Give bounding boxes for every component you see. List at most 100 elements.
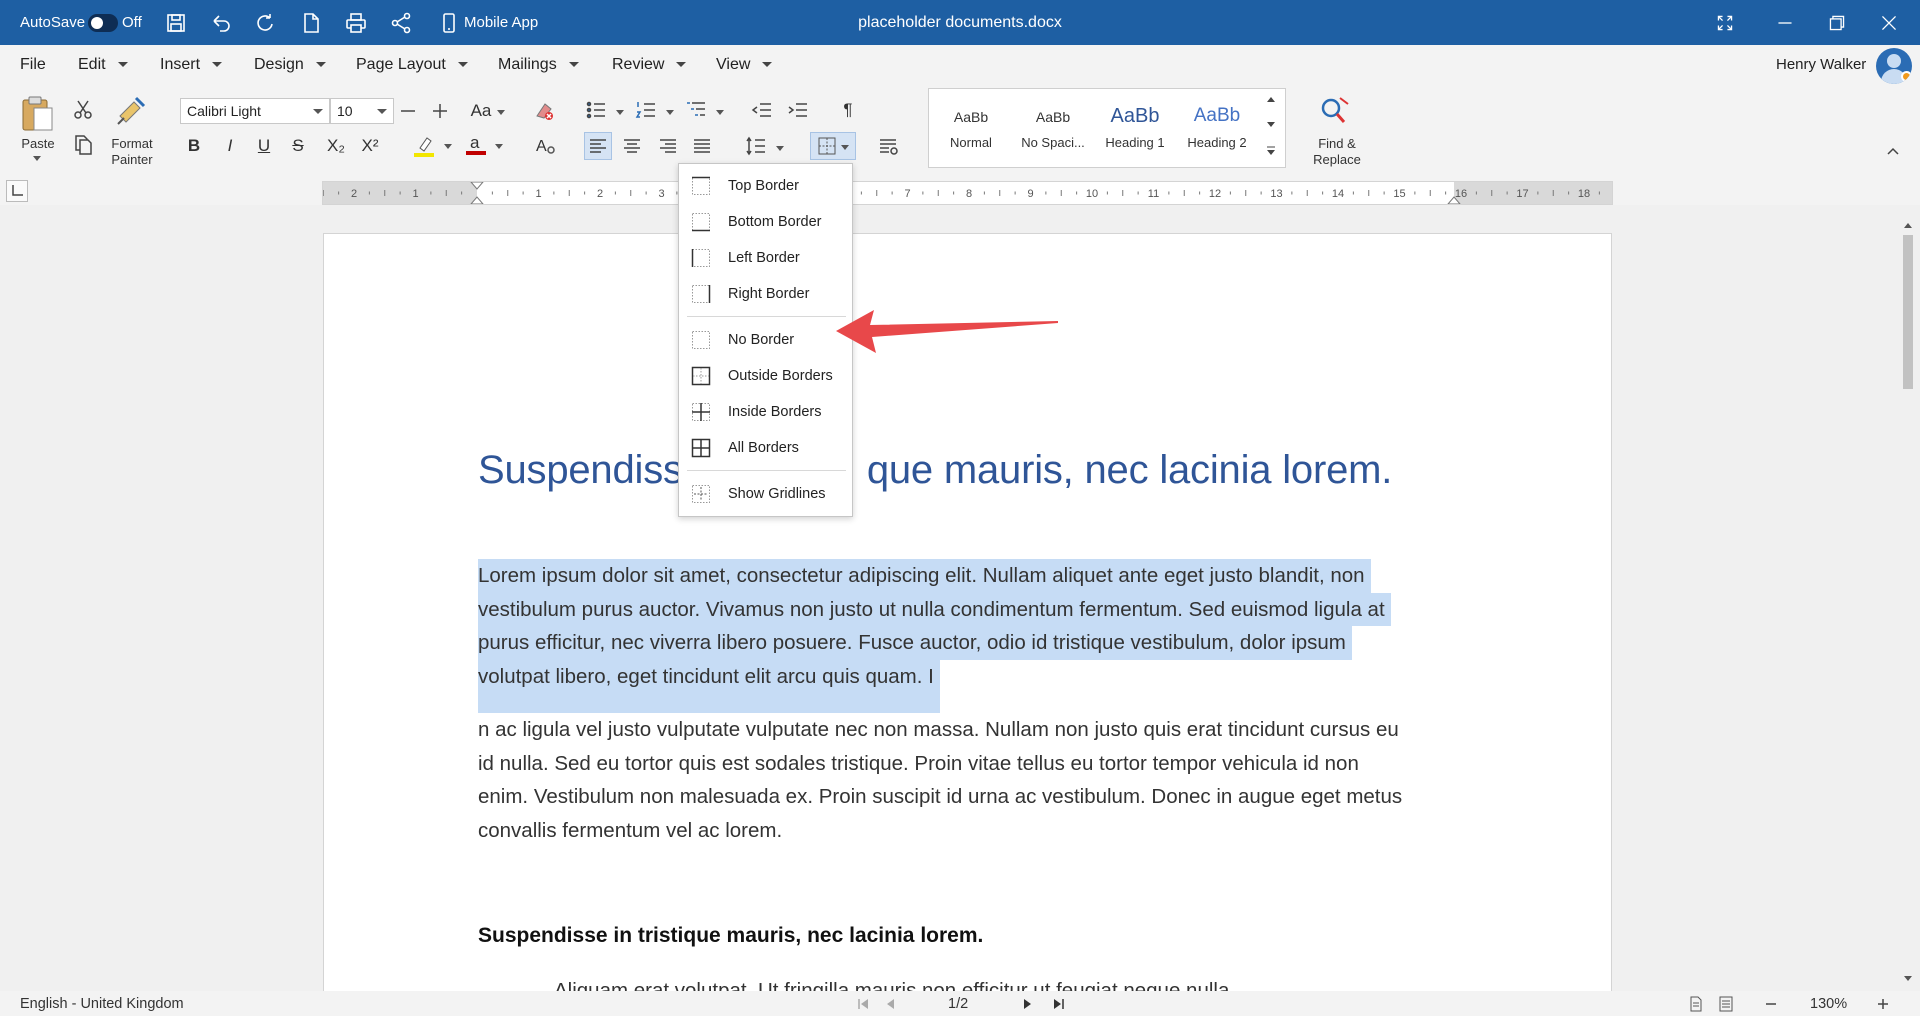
menu-item-top-border[interactable]: Top Border <box>679 168 852 204</box>
font-name-select[interactable]: Calibri Light <box>180 98 330 124</box>
menu-page-layout[interactable]: Page Layout <box>356 45 468 84</box>
line-spacing-icon[interactable] <box>742 132 770 160</box>
change-case-button[interactable]: Aa <box>466 97 496 125</box>
subscript-button[interactable]: X₂ <box>322 132 350 160</box>
paragraph-settings-icon[interactable] <box>874 132 902 160</box>
menu-edit[interactable]: Edit <box>78 45 128 84</box>
find-replace-icon[interactable] <box>1316 94 1352 130</box>
decrease-indent-icon[interactable] <box>748 96 776 124</box>
scroll-down-icon[interactable] <box>1902 975 1914 983</box>
style-heading-2[interactable]: AaBb Heading 2 <box>1177 89 1257 169</box>
text-effects-icon[interactable]: A <box>532 132 560 160</box>
minimize-icon[interactable] <box>1776 0 1794 45</box>
share-icon[interactable] <box>390 0 412 45</box>
decrease-font-icon[interactable] <box>394 97 422 125</box>
new-document-icon[interactable] <box>300 0 322 45</box>
zoom-level[interactable]: 130% <box>1810 991 1847 1016</box>
next-page-icon[interactable] <box>1020 991 1034 1016</box>
menu-item-show-gridlines[interactable]: Show Gridlines <box>679 476 852 512</box>
chevron-down-icon[interactable] <box>776 146 784 151</box>
bullet-list-icon[interactable] <box>582 96 610 124</box>
style-normal[interactable]: AaBb Normal <box>931 89 1011 169</box>
close-icon[interactable] <box>1880 0 1898 45</box>
user-name[interactable]: Henry Walker <box>1776 45 1866 84</box>
zoom-out-icon[interactable] <box>1764 991 1778 1016</box>
find-replace-label[interactable]: Find & Replace <box>1302 136 1372 168</box>
paste-icon[interactable] <box>18 94 58 134</box>
italic-button[interactable]: I <box>216 132 244 160</box>
numbered-list-icon[interactable] <box>632 96 660 124</box>
mobile-icon[interactable] <box>438 0 460 45</box>
chevron-up-icon[interactable] <box>1265 95 1277 103</box>
menu-file[interactable]: File <box>20 45 46 84</box>
avatar[interactable] <box>1876 48 1912 84</box>
multilevel-list-icon[interactable] <box>682 96 710 124</box>
redo-icon[interactable] <box>254 0 276 45</box>
scrollbar-thumb[interactable] <box>1903 235 1913 389</box>
highlight-icon[interactable] <box>410 132 438 160</box>
menu-item-all-borders[interactable]: All Borders <box>679 430 852 466</box>
menu-mailings[interactable]: Mailings <box>498 45 579 84</box>
format-painter-icon[interactable] <box>114 94 148 128</box>
menu-insert[interactable]: Insert <box>160 45 223 84</box>
menu-item-outside-borders[interactable]: Outside Borders <box>679 358 852 394</box>
superscript-button[interactable]: X² <box>356 132 384 160</box>
scroll-up-icon[interactable] <box>1902 221 1914 229</box>
menu-item-right-border[interactable]: Right Border <box>679 276 852 312</box>
body-paragraph[interactable]: n ac ligula vel justo vulputate vulputat… <box>478 713 1458 847</box>
collapse-ribbon-icon[interactable] <box>1886 146 1900 156</box>
align-left-icon[interactable] <box>584 132 612 160</box>
chevron-down-icon[interactable] <box>444 144 452 149</box>
document-heading[interactable]: Suspendiss que mauris, nec lacinia lorem. <box>478 448 1392 493</box>
align-right-icon[interactable] <box>654 132 682 160</box>
cut-icon[interactable] <box>72 98 94 120</box>
increase-font-icon[interactable] <box>426 97 454 125</box>
align-center-icon[interactable] <box>618 132 646 160</box>
clear-formatting-icon[interactable] <box>530 97 558 125</box>
menu-item-bottom-border[interactable]: Bottom Border <box>679 204 852 240</box>
justify-icon[interactable] <box>688 132 716 160</box>
show-formatting-button[interactable]: ¶ <box>834 96 862 124</box>
font-size-select[interactable]: 10 <box>330 98 394 124</box>
chevron-down-icon[interactable] <box>495 144 503 149</box>
print-layout-icon[interactable] <box>1688 991 1704 1016</box>
document-subheading[interactable]: Suspendisse in tristique mauris, nec lac… <box>478 924 983 948</box>
style-no-spacing[interactable]: AaBb No Spaci... <box>1013 89 1093 169</box>
menu-view[interactable]: View <box>716 45 773 84</box>
page-indicator[interactable]: 1/2 <box>948 991 968 1016</box>
fullscreen-icon[interactable] <box>1716 0 1734 45</box>
menu-design[interactable]: Design <box>254 45 326 84</box>
horizontal-ruler[interactable]: 21123456789101112131415161718 <box>322 181 1613 205</box>
tab-selector-icon[interactable] <box>6 180 28 202</box>
chevron-down-icon[interactable] <box>666 110 674 115</box>
last-page-icon[interactable] <box>1052 991 1066 1016</box>
font-color-icon[interactable]: a <box>462 130 490 158</box>
menu-item-left-border[interactable]: Left Border <box>679 240 852 276</box>
chevron-down-icon[interactable] <box>497 110 505 115</box>
strikethrough-button[interactable]: S <box>284 132 312 160</box>
previous-page-icon[interactable] <box>884 991 898 1016</box>
first-page-icon[interactable] <box>856 991 870 1016</box>
mobile-app-button[interactable]: Mobile App <box>464 0 538 45</box>
autosave-toggle[interactable] <box>88 0 118 45</box>
chevron-down-icon[interactable] <box>716 110 724 115</box>
increase-indent-icon[interactable] <box>784 96 812 124</box>
selected-paragraph[interactable]: Lorem ipsum dolor sit amet, consectetur … <box>478 559 1458 713</box>
bold-button[interactable]: B <box>180 132 208 160</box>
undo-icon[interactable] <box>210 0 232 45</box>
copy-icon[interactable] <box>72 134 94 156</box>
partial-paragraph-line[interactable]: Aliquam erat volutpat. Ut fringilla maur… <box>554 979 1229 991</box>
style-heading-1[interactable]: AaBb Heading 1 <box>1095 89 1175 169</box>
menu-item-no-border[interactable]: No Border <box>679 322 852 358</box>
paste-dropdown-icon[interactable] <box>33 156 41 161</box>
vertical-scrollbar[interactable] <box>1896 205 1920 991</box>
chevron-down-icon[interactable] <box>1265 121 1277 129</box>
print-icon[interactable] <box>345 0 367 45</box>
paste-label[interactable]: Paste <box>14 136 62 152</box>
borders-button[interactable] <box>810 132 856 160</box>
menu-review[interactable]: Review <box>612 45 687 84</box>
menu-item-inside-borders[interactable]: Inside Borders <box>679 394 852 430</box>
language-indicator[interactable]: English - United Kingdom <box>20 991 184 1016</box>
chevron-down-icon[interactable] <box>616 110 624 115</box>
restore-icon[interactable] <box>1828 0 1846 45</box>
